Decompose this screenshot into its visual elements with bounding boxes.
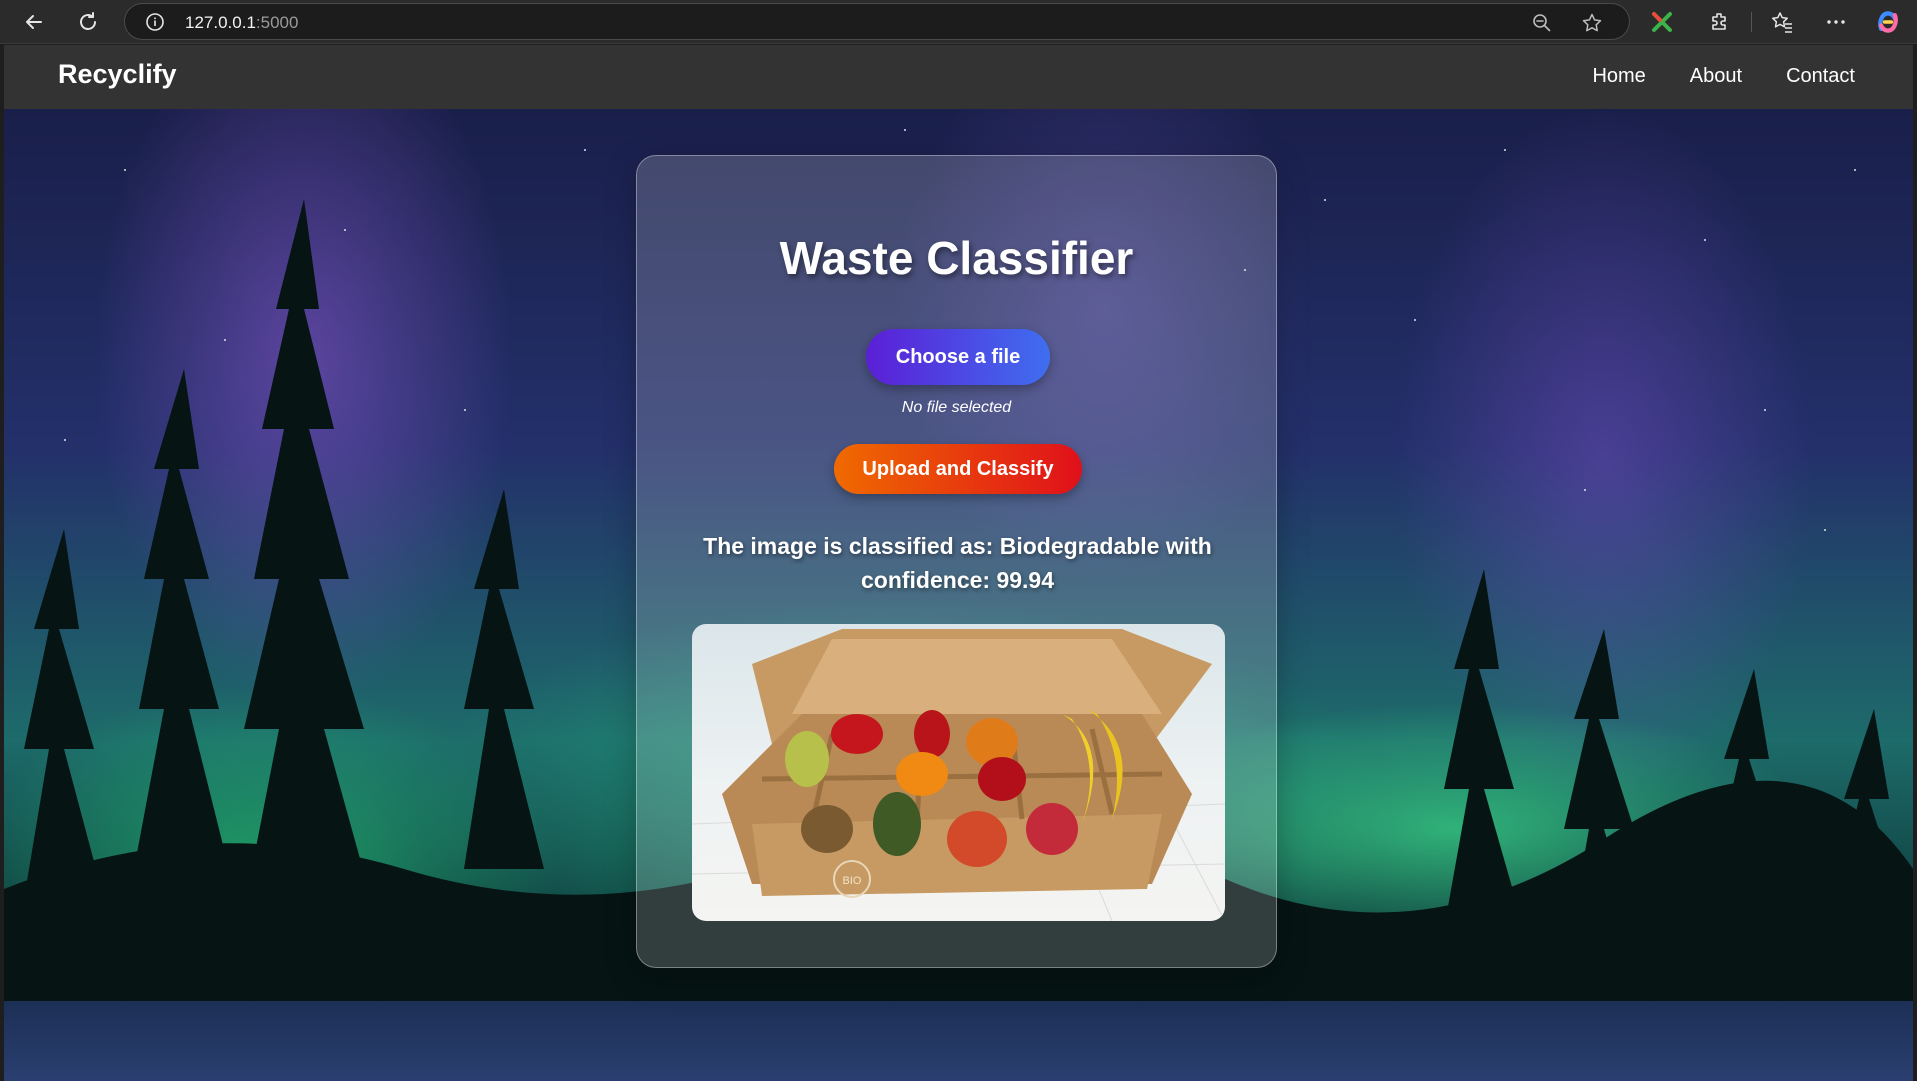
url-host: 127.0.0.1 [185, 13, 256, 32]
address-bar[interactable]: 127.0.0.1:5000 [124, 3, 1630, 40]
uploaded-image-preview: BIO [692, 624, 1225, 921]
classification-result: The image is classified as: Biodegradabl… [703, 533, 1212, 593]
site-info-icon[interactable] [145, 12, 165, 32]
back-arrow-icon[interactable] [20, 8, 48, 36]
page-title: Waste Classifier [779, 232, 1134, 284]
box-stamp-text: BIO [843, 875, 862, 887]
extensions-puzzle-icon[interactable] [1708, 10, 1732, 34]
fruit-box-illustration: BIO [692, 629, 1225, 921]
snow-ground [4, 1001, 1913, 1081]
upload-classify-button[interactable]: Upload and Classify [834, 444, 1082, 494]
nav-contact[interactable]: Contact [1786, 65, 1855, 88]
more-menu-icon[interactable] [1824, 10, 1848, 34]
browser-toolbar: 127.0.0.1:5000 [0, 0, 1917, 44]
extension-tools-icon[interactable] [1650, 10, 1674, 34]
brand-logo[interactable]: Recyclify [58, 59, 177, 90]
classifier-card: Waste Classifier Choose a file No file s… [636, 155, 1277, 968]
site-navbar: Recyclify Home About Contact [4, 45, 1913, 109]
url-text: 127.0.0.1:5000 [185, 13, 298, 33]
favorite-star-icon[interactable] [1581, 12, 1603, 34]
copilot-icon[interactable] [1876, 10, 1900, 34]
zoom-out-icon[interactable] [1531, 12, 1553, 34]
nav-home[interactable]: Home [1592, 65, 1645, 88]
reload-icon[interactable] [74, 8, 102, 36]
nav-links: Home About Contact [1592, 65, 1855, 88]
choose-file-button[interactable]: Choose a file [866, 329, 1050, 385]
nav-about[interactable]: About [1690, 65, 1742, 88]
file-status-text: No file selected [901, 399, 1012, 416]
toolbar-divider [1751, 12, 1752, 32]
url-port: :5000 [255, 13, 299, 32]
favorites-icon[interactable] [1770, 10, 1794, 34]
